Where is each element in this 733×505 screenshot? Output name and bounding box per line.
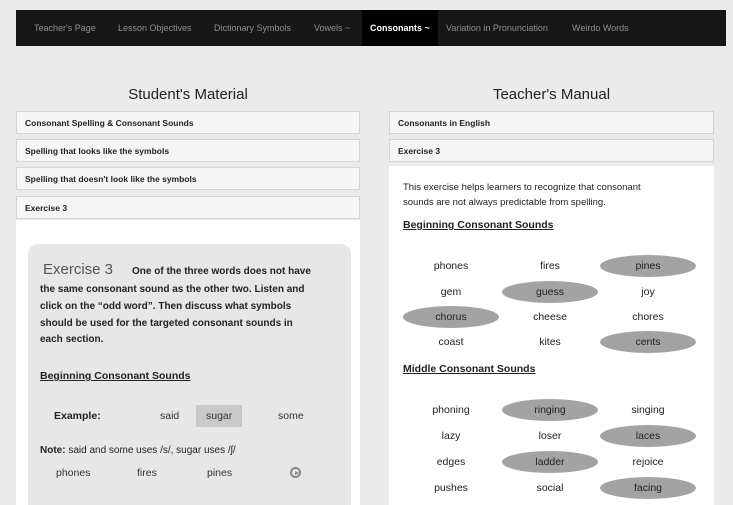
word-kites[interactable]: kites — [502, 331, 598, 353]
exercise-instruction-line: the same consonant sound as the other tw… — [40, 284, 305, 295]
word-cheese[interactable]: cheese — [502, 306, 598, 328]
word-phoning[interactable]: phoning — [403, 399, 499, 421]
student-section-title: Beginning Consonant Sounds — [40, 370, 191, 382]
nav-vowels[interactable]: Vowels ~ — [314, 10, 350, 46]
word-loser[interactable]: loser — [502, 425, 598, 447]
example-note: Note: said and some uses /s/, sugar uses… — [40, 445, 236, 456]
nav-teachers-page[interactable]: Teacher's Page — [34, 10, 96, 46]
word-gem[interactable]: gem — [403, 281, 499, 303]
nav-weirdo-words[interactable]: Weirdo Words — [572, 10, 629, 46]
accordion-spelling-looks-like[interactable]: Spelling that looks like the symbols — [16, 139, 360, 162]
nav-dictionary-symbols[interactable]: Dictionary Symbols — [214, 10, 291, 46]
example-word-sugar[interactable]: sugar — [196, 405, 243, 427]
exercise-instruction-line: click on the “odd word”. Then discuss wh… — [40, 301, 292, 312]
play-audio-icon[interactable] — [290, 467, 301, 478]
word-rejoice[interactable]: rejoice — [600, 451, 696, 473]
student-word-phones[interactable]: phones — [56, 467, 90, 479]
teacher-manual-title: Teacher's Manual — [492, 86, 611, 103]
word-fires[interactable]: fires — [502, 255, 598, 277]
word-pines[interactable]: pines — [600, 255, 696, 277]
exercise-instruction-line: One of the three words does not have — [132, 266, 311, 277]
example-word-some[interactable]: some — [278, 410, 304, 422]
teacher-section-title: Beginning Consonant Sounds — [403, 219, 554, 231]
nav-variation-in-pronunciation[interactable]: Variation in Pronunciation — [446, 10, 548, 46]
word-singing[interactable]: singing — [600, 399, 696, 421]
accordion-exercise-3-student[interactable]: Exercise 3 — [16, 196, 360, 219]
exercise-heading: Exercise 3 — [43, 261, 114, 278]
word-pushes[interactable]: pushes — [403, 477, 499, 499]
word-guess[interactable]: guess — [502, 281, 598, 303]
teacher-intro-line: This exercise helps learners to recogniz… — [403, 182, 641, 193]
exercise-instruction-line: should be used for the targeted consonan… — [40, 318, 293, 329]
exercise-instruction-line: each section. — [40, 334, 104, 345]
top-nav-bar: Teacher's Page Lesson Objectives Diction… — [16, 10, 726, 46]
word-lazy[interactable]: lazy — [403, 425, 499, 447]
note-text: said and some uses /s/, sugar uses /ʃ/ — [68, 445, 236, 456]
word-phones[interactable]: phones — [403, 255, 499, 277]
example-word-said[interactable]: said — [160, 410, 179, 422]
teacher-intro-line: sounds are not always predictable from s… — [403, 197, 606, 208]
accordion-exercise-3-teacher[interactable]: Exercise 3 — [389, 139, 714, 162]
nav-lesson-objectives[interactable]: Lesson Objectives — [118, 10, 192, 46]
word-social[interactable]: social — [502, 477, 598, 499]
student-material-title: Student's Material — [128, 86, 248, 103]
teacher-section-title: Middle Consonant Sounds — [403, 363, 536, 375]
word-chores[interactable]: chores — [600, 306, 696, 328]
nav-consonants[interactable]: Consonants ~ — [362, 10, 438, 46]
student-word-fires[interactable]: fires — [137, 467, 157, 479]
accordion-consonant-spelling[interactable]: Consonant Spelling & Consonant Sounds — [16, 111, 360, 134]
word-ladder[interactable]: ladder — [502, 451, 598, 473]
student-word-pines[interactable]: pines — [207, 467, 232, 479]
word-cents[interactable]: cents — [600, 331, 696, 353]
accordion-consonants-in-english[interactable]: Consonants in English — [389, 111, 714, 134]
example-label: Example: — [54, 410, 101, 422]
word-edges[interactable]: edges — [403, 451, 499, 473]
word-joy[interactable]: joy — [600, 281, 696, 303]
word-facing[interactable]: facing — [600, 477, 696, 499]
accordion-spelling-doesnt-look-like[interactable]: Spelling that doesn't look like the symb… — [16, 167, 360, 190]
word-chorus[interactable]: chorus — [403, 306, 499, 328]
note-label: Note: — [40, 445, 66, 456]
word-coast[interactable]: coast — [403, 331, 499, 353]
word-ringing[interactable]: ringing — [502, 399, 598, 421]
word-laces[interactable]: laces — [600, 425, 696, 447]
